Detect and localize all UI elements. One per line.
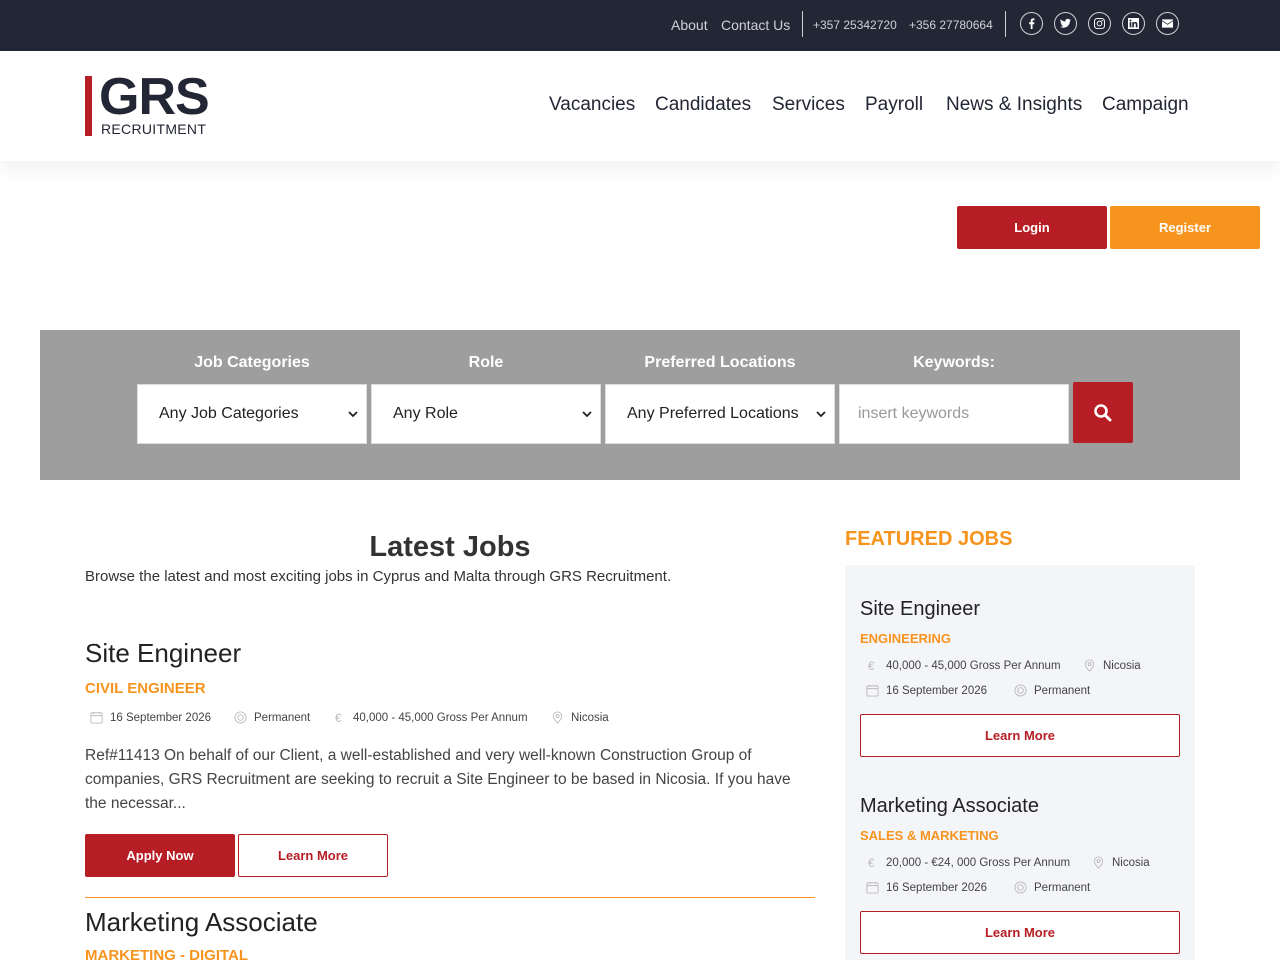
logo-tagline: RECRUITMENT	[101, 121, 207, 137]
euro-icon: €	[335, 711, 342, 724]
job-categories-select[interactable]: Any Job Categories	[137, 384, 367, 444]
clock-icon	[1014, 684, 1027, 697]
featured-job-type: Permanent	[1014, 881, 1090, 894]
svg-text:€: €	[335, 711, 342, 724]
register-button[interactable]: Register	[1110, 206, 1260, 249]
envelope-icon[interactable]	[1156, 12, 1179, 35]
job-type-text: Permanent	[254, 711, 311, 724]
job-category: CIVIL ENGINEER	[85, 680, 206, 697]
preferred-locations-value: Any Preferred Locations	[627, 405, 799, 422]
featured-job-type: Permanent	[1014, 684, 1090, 697]
nav-candidates[interactable]: Candidates	[655, 94, 751, 116]
role-value: Any Role	[393, 405, 458, 422]
job-description: Ref#11413 On behalf of our Client, a wel…	[85, 747, 791, 812]
nav-services[interactable]: Services	[772, 94, 845, 116]
featured-job-location: Nicosia	[1092, 856, 1150, 869]
job-categories-label: Job Categories	[194, 354, 310, 371]
euro-icon: €	[868, 659, 875, 672]
featured-job-date: 16 September 2026	[866, 684, 987, 697]
job-title[interactable]: Marketing Associate	[85, 907, 318, 938]
login-button[interactable]: Login	[957, 206, 1107, 249]
apply-now-button[interactable]: Apply Now	[85, 834, 235, 877]
logo-wordmark: GRS	[99, 68, 210, 126]
divider	[1005, 11, 1006, 37]
featured-job-salary: € 40,000 - 45,000 Gross Per Annum	[866, 659, 1061, 672]
search-button[interactable]	[1073, 382, 1133, 443]
euro-icon: €	[868, 856, 875, 869]
featured-jobs-panel	[845, 565, 1195, 960]
svg-text:€: €	[868, 659, 875, 672]
featured-job-location: Nicosia	[1083, 659, 1141, 672]
job-date-text: 16 September 2026	[110, 711, 212, 724]
keywords-input[interactable]: insert keywords	[839, 384, 1069, 444]
top-bar: About Contact Us +357 25342720 +356 2778…	[0, 0, 1280, 51]
job-salary-text: 40,000 - 45,000 Gross Per Annum	[353, 711, 528, 724]
featured-job-date-text: 16 September 2026	[886, 684, 988, 697]
chevron-down-icon	[582, 411, 592, 418]
job-search-panel: Job Categories Role Preferred Locations …	[40, 330, 1240, 480]
contact-us-link[interactable]: Contact Us	[721, 17, 790, 33]
featured-learn-more-button[interactable]: Learn More	[860, 714, 1180, 757]
job-date: 16 September 2026	[90, 711, 211, 724]
job-divider	[85, 897, 815, 898]
featured-job-type-text: Permanent	[1034, 881, 1091, 894]
clock-icon	[234, 711, 247, 724]
calendar-icon	[866, 881, 879, 894]
latest-jobs-description: Browse the latest and most exciting jobs…	[85, 568, 672, 585]
job-type: Permanent	[234, 711, 310, 724]
nav-payroll[interactable]: Payroll	[865, 94, 923, 116]
grs-logo[interactable]: GRS RECRUITMENT	[85, 68, 215, 139]
job-category: MARKETING - DIGITAL	[85, 947, 249, 960]
role-select[interactable]: Any Role	[371, 384, 601, 444]
nav-campaign[interactable]: Campaign	[1102, 94, 1189, 116]
map-pin-icon	[1084, 659, 1095, 672]
job-location-text: Nicosia	[571, 711, 609, 724]
twitter-icon[interactable]	[1054, 12, 1077, 35]
featured-learn-more-button[interactable]: Learn More	[860, 911, 1180, 954]
facebook-icon[interactable]	[1020, 12, 1043, 35]
nav-news-insights[interactable]: News & Insights	[946, 94, 1082, 116]
calendar-icon	[866, 684, 879, 697]
instagram-icon[interactable]	[1088, 12, 1111, 35]
featured-job-category: SALES & MARKETING	[860, 828, 999, 843]
about-link[interactable]: About	[671, 17, 708, 33]
site-header: GRS RECRUITMENT Vacancies Candidates Ser…	[0, 51, 1280, 161]
divider	[802, 11, 803, 37]
phone-malta-link[interactable]: +356 27780664	[909, 18, 993, 32]
featured-job-salary-text: 40,000 - 45,000 Gross Per Annum	[886, 659, 1061, 672]
latest-jobs-title: Latest Jobs	[369, 531, 531, 563]
role-label: Role	[468, 354, 504, 371]
map-pin-icon	[552, 711, 563, 724]
featured-job-location-text: Nicosia	[1112, 856, 1150, 869]
featured-job-title[interactable]: Marketing Associate	[860, 795, 1039, 818]
featured-job-title[interactable]: Site Engineer	[860, 598, 980, 621]
preferred-locations-select[interactable]: Any Preferred Locations	[605, 384, 835, 444]
svg-text:€: €	[868, 856, 875, 869]
featured-job-salary: € 20,000 - €24, 000 Gross Per Annum	[866, 856, 1070, 869]
featured-job-date-text: 16 September 2026	[886, 881, 988, 894]
chevron-down-icon	[348, 411, 358, 418]
chevron-down-icon	[816, 411, 826, 418]
featured-job-salary-text: 20,000 - €24, 000 Gross Per Annum	[886, 856, 1071, 869]
featured-job-date: 16 September 2026	[866, 881, 987, 894]
featured-job-type-text: Permanent	[1034, 684, 1091, 697]
featured-job-category: ENGINEERING	[860, 631, 952, 646]
logo-bar	[85, 76, 92, 136]
search-icon	[1094, 403, 1112, 421]
nav-vacancies[interactable]: Vacancies	[549, 94, 635, 116]
featured-job-location-text: Nicosia	[1103, 659, 1141, 672]
job-salary: € 40,000 - 45,000 Gross Per Annum	[333, 711, 528, 724]
clock-icon	[1014, 881, 1027, 894]
job-categories-value: Any Job Categories	[159, 405, 299, 422]
job-location: Nicosia	[551, 711, 609, 724]
featured-jobs-heading: FEATURED JOBS	[845, 528, 1013, 550]
keywords-label: Keywords:	[913, 354, 995, 371]
job-title[interactable]: Site Engineer	[85, 638, 241, 669]
linkedin-icon[interactable]	[1122, 12, 1145, 35]
preferred-locations-label: Preferred Locations	[644, 354, 796, 371]
calendar-icon	[90, 711, 103, 724]
phone-cyprus-link[interactable]: +357 25342720	[813, 18, 897, 32]
map-pin-icon	[1093, 856, 1104, 869]
learn-more-button[interactable]: Learn More	[238, 834, 388, 877]
